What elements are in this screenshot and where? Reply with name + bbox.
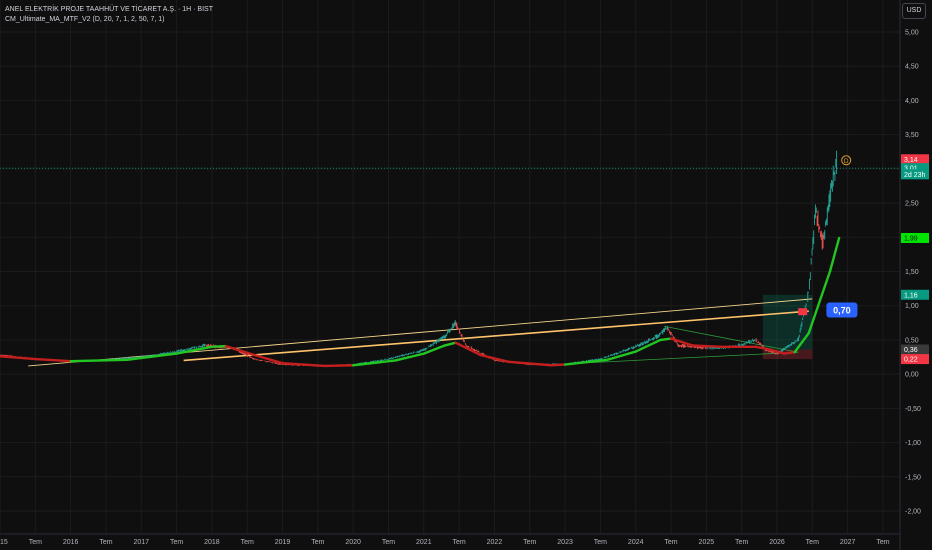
x-tick-label: 2025 <box>699 539 715 546</box>
ma-segment <box>828 236 841 273</box>
x-tick-label: 2016 <box>63 539 79 546</box>
chart-header: ANEL ELEKTRİK PROJE TAAHHÜT VE TİCARET A… <box>5 5 213 25</box>
ma-segment <box>323 364 355 368</box>
x-tick-label: Tem <box>170 539 183 546</box>
x-tick-label: Tem <box>453 539 466 546</box>
y-tick-label: -0,50 <box>905 406 921 413</box>
ma-segment <box>394 352 426 362</box>
y-tick-label: 2,50 <box>905 201 919 208</box>
ma-segment <box>69 358 129 363</box>
y-tick-label: 1,50 <box>905 269 919 276</box>
y-tick-label: -1,00 <box>905 440 921 447</box>
x-tick-label: 2022 <box>487 539 503 546</box>
moving-average <box>0 236 841 368</box>
indicator-legend[interactable]: CM_Ultimate_MA_MTF_V2 (D, 20, 7, 1, 2, 5… <box>5 15 213 25</box>
ma-segment <box>422 344 447 355</box>
y-tick-label: -1,50 <box>905 474 921 481</box>
x-tick-label: Tem <box>594 539 607 546</box>
x-tick-label: Tem <box>523 539 536 546</box>
price-chart[interactable]: 5,004,504,003,503,002,502,001,501,000,50… <box>0 0 932 550</box>
x-tick-label: 2018 <box>204 539 220 546</box>
price-label: 3,14 <box>904 157 918 164</box>
x-tick-label: 2027 <box>840 539 856 546</box>
price-label: 2d 23h <box>904 172 926 179</box>
x-tick-label: Tem <box>876 539 889 546</box>
x-tick-label: Tem <box>664 539 677 546</box>
y-tick-label: -2,00 <box>905 509 921 516</box>
ma-segment <box>782 351 796 355</box>
ma-segment <box>691 344 722 348</box>
target-zone <box>762 294 813 350</box>
ma-segment <box>34 357 72 363</box>
ma-segment <box>0 355 37 361</box>
y-axis: 5,004,504,003,503,002,502,001,501,000,50… <box>905 30 921 516</box>
y-tick-label: 5,00 <box>905 30 919 37</box>
y-tick-label: 0,00 <box>905 372 919 379</box>
ma-segment <box>443 341 457 347</box>
stop-flag <box>798 308 808 316</box>
callout-label: 0,70 <box>833 306 851 316</box>
price-label: 1,16 <box>904 292 918 299</box>
price-label: 0,22 <box>904 357 918 364</box>
ma-segment <box>818 270 832 304</box>
x-tick-label: Tem <box>241 539 254 546</box>
ma-segment <box>507 360 553 367</box>
x-tick-label: Tem <box>29 539 42 546</box>
x-tick-label: 2015 <box>0 539 8 546</box>
price-labels: 3,143,012d 23h1,991,160,360,22 <box>901 154 929 365</box>
x-tick-label: 2021 <box>416 539 432 546</box>
chart-markers: 0,70 D <box>798 155 858 318</box>
x-tick-label: 2017 <box>133 539 149 546</box>
x-tick-label: Tem <box>735 539 748 546</box>
ma-segment <box>659 337 673 342</box>
ma-segment <box>281 361 327 368</box>
y-tick-label: 4,00 <box>905 98 919 105</box>
dividend-marker-label: D <box>844 158 849 165</box>
x-tick-label: 2024 <box>628 539 644 546</box>
x-tick-label: Tem <box>806 539 819 546</box>
x-tick-label: 2023 <box>557 539 573 546</box>
chart-grid <box>0 0 901 550</box>
price-label: 0,36 <box>904 347 918 354</box>
x-tick-label: 2019 <box>275 539 291 546</box>
trend-lines <box>28 298 813 367</box>
x-tick-label: 2020 <box>345 539 361 546</box>
x-tick-label: Tem <box>382 539 395 546</box>
ma-segment <box>210 344 228 348</box>
currency-button[interactable]: USD <box>902 3 926 19</box>
x-tick-label: 2026 <box>769 539 785 546</box>
x-axis: 2015 Tem 2016 Tem 2017 Tem 2018 Tem 2019 Tem 2020 T… <box>0 539 890 546</box>
y-tick-label: 3,50 <box>905 132 919 139</box>
price-label: 1,99 <box>904 235 918 242</box>
y-tick-label: 1,00 <box>905 303 919 310</box>
y-tick-label: 4,50 <box>905 64 919 71</box>
x-tick-label: Tem <box>311 539 324 546</box>
ma-segment <box>549 363 567 367</box>
symbol-title[interactable]: ANEL ELEKTRİK PROJE TAAHHÜT VE TİCARET A… <box>5 5 213 15</box>
price-series <box>0 150 838 367</box>
ma-segment <box>606 350 637 361</box>
x-tick-label: Tem <box>99 539 112 546</box>
y-tick-label: 0,50 <box>905 337 919 344</box>
